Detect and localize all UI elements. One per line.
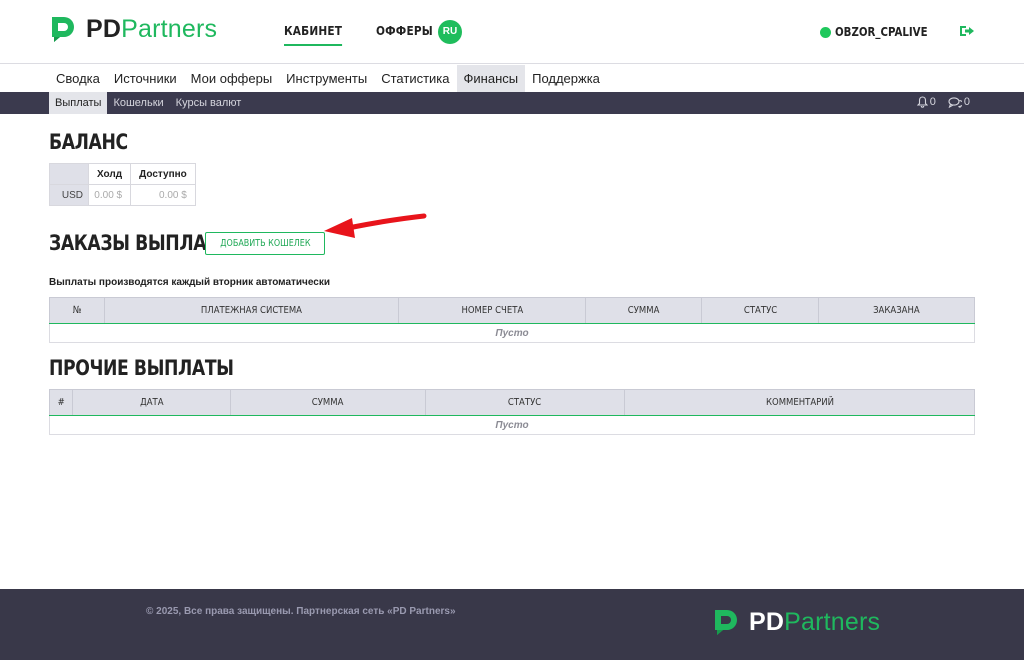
payout-schedule-note: Выплаты производятся каждый вторник авто… <box>49 277 331 288</box>
balance-available-value: 0.00 $ <box>130 184 196 206</box>
payout-orders-table: № ПЛАТЕЖНАЯ СИСТЕМА НОМЕР СЧЕТА СУММА СТ… <box>49 297 975 343</box>
copyright-text: © 2025, Все права защищены. Партнерская … <box>146 606 456 617</box>
footer-logo[interactable]: PDPartners <box>712 607 880 637</box>
main-nav-finance[interactable]: Финансы <box>456 65 526 92</box>
top-nav-offers[interactable]: ОФФЕРЫ <box>376 24 433 46</box>
footer: © 2025, Все права защищены. Партнерская … <box>0 589 1024 660</box>
col-comment[interactable]: КОММЕНТАРИЙ <box>624 389 975 416</box>
col-status[interactable]: СТАТУС <box>424 389 626 416</box>
header: PDPartners КАБИНЕТ ОФФЕРЫ RU OBZOR_CPALI… <box>0 0 1024 64</box>
col-hash[interactable]: # <box>49 389 73 416</box>
messages-counter[interactable]: 0 <box>948 96 970 108</box>
other-empty-row: Пусто <box>49 415 975 435</box>
user-menu[interactable]: OBZOR_CPALIVE <box>820 25 944 39</box>
col-amount[interactable]: СУММА <box>585 297 703 324</box>
language-switch[interactable]: RU <box>438 20 462 44</box>
add-wallet-button[interactable]: ДОБАВИТЬ КОШЕЛЕК <box>205 232 325 255</box>
footer-brand-pd: PD <box>749 608 785 636</box>
online-status-icon <box>820 26 832 38</box>
col-status[interactable]: СТАТУС <box>701 297 820 324</box>
main-nav-statistics[interactable]: Статистика <box>374 65 456 92</box>
messages-count: 0 <box>963 96 970 108</box>
brand-logo[interactable]: PDPartners <box>49 14 217 44</box>
bell-icon <box>916 96 928 108</box>
logout-icon[interactable] <box>960 25 974 37</box>
balance-row: USD 0.00 $ 0.00 $ <box>49 184 196 206</box>
red-arrow-annotation <box>324 213 427 238</box>
chat-icon <box>948 96 962 108</box>
balance-title: БАЛАНС <box>49 130 128 154</box>
main-nav-summary[interactable]: Сводка <box>49 65 107 92</box>
brand-partners: Partners <box>121 15 218 43</box>
other-payouts-title: ПРОЧИЕ ВЫПЛАТЫ <box>49 356 234 380</box>
main-nav-support[interactable]: Поддержка <box>525 65 607 92</box>
pd-logo-icon <box>52 17 74 42</box>
pd-logo-icon <box>715 610 737 635</box>
brand-pd: PD <box>86 15 122 43</box>
main-nav-tools[interactable]: Инструменты <box>279 65 374 92</box>
orders-title: ЗАКАЗЫ ВЫПЛАТ <box>49 231 218 255</box>
sub-nav-currency-rates[interactable]: Курсы валют <box>170 92 248 114</box>
main-nav-sources[interactable]: Источники <box>107 65 184 92</box>
sub-nav: Выплаты Кошельки Курсы валют 0 0 <box>0 92 1024 114</box>
col-number[interactable]: № <box>49 297 105 324</box>
footer-brand-partners: Partners <box>784 608 881 636</box>
orders-empty-row: Пусто <box>49 323 975 343</box>
balance-header-available: Доступно <box>130 163 196 185</box>
balance-currency: USD <box>49 184 89 206</box>
balance-table: Холд Доступно USD 0.00 $ 0.00 $ <box>49 163 196 206</box>
balance-header-hold: Холд <box>87 163 132 185</box>
top-nav-cabinet[interactable]: КАБИНЕТ <box>284 24 343 46</box>
main-nav: Сводка Источники Мои офферы Инструменты … <box>0 65 1024 92</box>
other-payouts-table: # ДАТА СУММА СТАТУС КОММЕНТАРИЙ Пусто <box>49 389 975 435</box>
notifications-counter[interactable]: 0 <box>916 96 936 108</box>
col-amount[interactable]: СУММА <box>229 389 426 416</box>
col-account-number[interactable]: НОМЕР СЧЕТА <box>397 297 587 324</box>
notifications-count: 0 <box>929 96 936 108</box>
sub-nav-wallets[interactable]: Кошельки <box>107 92 169 114</box>
main-nav-my-offers[interactable]: Мои офферы <box>184 65 280 92</box>
col-ordered[interactable]: ЗАКАЗАНА <box>818 297 975 324</box>
balance-hold-value: 0.00 $ <box>87 184 132 206</box>
sub-nav-payouts[interactable]: Выплаты <box>49 92 108 114</box>
user-name: OBZOR_CPALIVE <box>835 25 928 39</box>
col-payment-system[interactable]: ПЛАТЕЖНАЯ СИСТЕМА <box>103 297 399 324</box>
col-date[interactable]: ДАТА <box>71 389 231 416</box>
